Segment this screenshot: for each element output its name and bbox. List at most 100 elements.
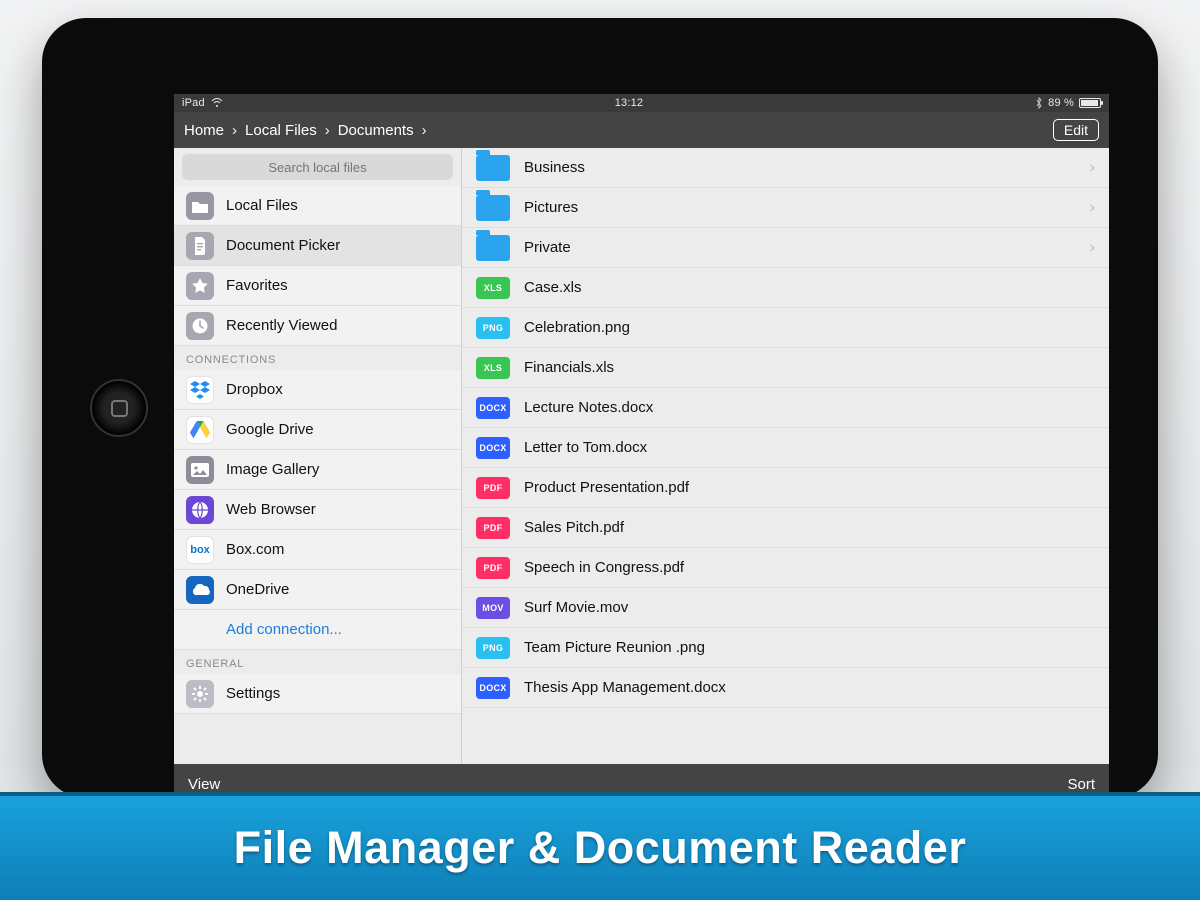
app-screen: iPad 13:12 89 % Home › Local Files › <box>174 94 1109 804</box>
file-row[interactable]: PNG Team Picture Reunion .png <box>462 628 1109 668</box>
section-header-connections: CONNECTIONS <box>174 346 461 370</box>
folder-icon <box>476 235 510 261</box>
file-row[interactable]: DOCX Letter to Tom.docx <box>462 428 1109 468</box>
sidebar-item-label: Recently Viewed <box>226 317 337 334</box>
file-row[interactable]: PDF Sales Pitch.pdf <box>462 508 1109 548</box>
status-bar: iPad 13:12 89 % <box>174 94 1109 112</box>
sidebar-item-local-files[interactable]: Local Files <box>174 186 461 226</box>
file-name: Sales Pitch.pdf <box>524 519 1095 536</box>
filetype-badge-png: PNG <box>476 637 510 659</box>
file-name: Case.xls <box>524 279 1095 296</box>
sidebar-item-label: Settings <box>226 685 280 702</box>
filetype-badge-mov: MOV <box>476 597 510 619</box>
onedrive-icon <box>186 576 214 604</box>
file-name: Team Picture Reunion .png <box>524 639 1095 656</box>
filetype-badge-png: PNG <box>476 317 510 339</box>
sidebar-item-label: Document Picker <box>226 237 340 254</box>
sidebar-item-box-com[interactable]: box Box.com <box>174 530 461 570</box>
clock: 13:12 <box>223 97 1035 109</box>
file-name: Private <box>524 239 1076 256</box>
battery-percent: 89 % <box>1048 97 1074 109</box>
battery-icon <box>1079 98 1101 108</box>
promo-banner: File Manager & Document Reader <box>0 792 1200 900</box>
file-row[interactable]: PNG Celebration.png <box>462 308 1109 348</box>
sidebar-item-label: Web Browser <box>226 501 316 518</box>
dropbox-icon <box>186 376 214 404</box>
sidebar-item-onedrive[interactable]: OneDrive <box>174 570 461 610</box>
file-row[interactable]: PDF Product Presentation.pdf <box>462 468 1109 508</box>
sidebar-item-label: OneDrive <box>226 581 289 598</box>
file-name: Business <box>524 159 1076 176</box>
sidebar-item-google-drive[interactable]: Google Drive <box>174 410 461 450</box>
top-nav: Home › Local Files › Documents › Edit <box>174 112 1109 148</box>
file-name: Letter to Tom.docx <box>524 439 1095 456</box>
folder-row[interactable]: Business › <box>462 148 1109 188</box>
file-list: Business›Pictures›Private›XLSCase.xlsPNG… <box>462 148 1109 764</box>
sidebar-item-favorites[interactable]: Favorites <box>174 266 461 306</box>
file-name: Financials.xls <box>524 359 1095 376</box>
chevron-right-icon: › <box>1090 239 1095 257</box>
ipad-home-button <box>90 379 148 437</box>
sidebar-item-label: Box.com <box>226 541 284 558</box>
file-name: Thesis App Management.docx <box>524 679 1095 696</box>
doc-icon <box>186 232 214 260</box>
file-row[interactable]: XLSCase.xls <box>462 268 1109 308</box>
crumb-home[interactable]: Home <box>184 122 224 139</box>
filetype-badge-docx: DOCX <box>476 397 510 419</box>
ipad-frame: iPad 13:12 89 % Home › Local Files › <box>42 18 1158 798</box>
folder-icon <box>476 155 510 181</box>
filetype-badge-docx: DOCX <box>476 677 510 699</box>
gdrive-icon <box>186 416 214 444</box>
sidebar-item-document-picker[interactable]: Document Picker <box>174 226 461 266</box>
folder-row[interactable]: Pictures› <box>462 188 1109 228</box>
filetype-badge-pdf: PDF <box>476 477 510 499</box>
crumb-documents[interactable]: Documents <box>338 122 414 139</box>
sidebar-item-label: Google Drive <box>226 421 314 438</box>
filetype-badge-docx: DOCX <box>476 437 510 459</box>
gallery-icon <box>186 456 214 484</box>
folder-icon <box>476 195 510 221</box>
file-name: Lecture Notes.docx <box>524 399 1095 416</box>
search-input[interactable] <box>182 154 453 180</box>
filetype-badge-xls: XLS <box>476 357 510 379</box>
folder-row[interactable]: Private › <box>462 228 1109 268</box>
file-name: Surf Movie.mov <box>524 599 1095 616</box>
sidebar-item-recently-viewed[interactable]: Recently Viewed <box>174 306 461 346</box>
sidebar-item-label: Local Files <box>226 197 298 214</box>
view-button[interactable]: View <box>188 776 220 793</box>
sort-button[interactable]: Sort <box>1067 776 1095 793</box>
breadcrumb: Home › Local Files › Documents › <box>184 122 1053 139</box>
file-row[interactable]: MOV Surf Movie.mov <box>462 588 1109 628</box>
settings-icon <box>186 680 214 708</box>
sidebar-item-label: Dropbox <box>226 381 283 398</box>
sidebar-item-label: Image Gallery <box>226 461 319 478</box>
filetype-badge-pdf: PDF <box>476 517 510 539</box>
file-row[interactable]: XLS Financials.xls <box>462 348 1109 388</box>
crumb-local-files[interactable]: Local Files <box>245 122 317 139</box>
file-row[interactable]: DOCX Lecture Notes.docx <box>462 388 1109 428</box>
chevron-right-icon: › <box>232 122 237 139</box>
sidebar-item-dropbox[interactable]: Dropbox <box>174 370 461 410</box>
file-name: Celebration.png <box>524 319 1095 336</box>
browser-icon <box>186 496 214 524</box>
sidebar-item-label: Favorites <box>226 277 288 294</box>
chevron-right-icon: › <box>325 122 330 139</box>
add-connection-button[interactable]: Add connection... <box>174 610 461 650</box>
file-name: Speech in Congress.pdf <box>524 559 1095 576</box>
star-icon <box>186 272 214 300</box>
chevron-right-icon: › <box>422 122 427 139</box>
edit-button[interactable]: Edit <box>1053 119 1099 141</box>
device-label: iPad <box>182 97 205 109</box>
file-row[interactable]: PDFSpeech in Congress.pdf <box>462 548 1109 588</box>
wifi-icon <box>211 98 223 108</box>
file-row[interactable]: DOCX Thesis App Management.docx <box>462 668 1109 708</box>
box-icon: box <box>186 536 214 564</box>
sidebar-item-web-browser[interactable]: Web Browser <box>174 490 461 530</box>
sidebar-item-image-gallery[interactable]: Image Gallery <box>174 450 461 490</box>
clock-icon <box>186 312 214 340</box>
file-name: Product Presentation.pdf <box>524 479 1095 496</box>
sidebar: Local Files Document Picker Favorites Recen… <box>174 148 462 764</box>
sidebar-item-settings[interactable]: Settings <box>174 674 461 714</box>
chevron-right-icon: › <box>1090 159 1095 177</box>
folder-icon <box>186 192 214 220</box>
